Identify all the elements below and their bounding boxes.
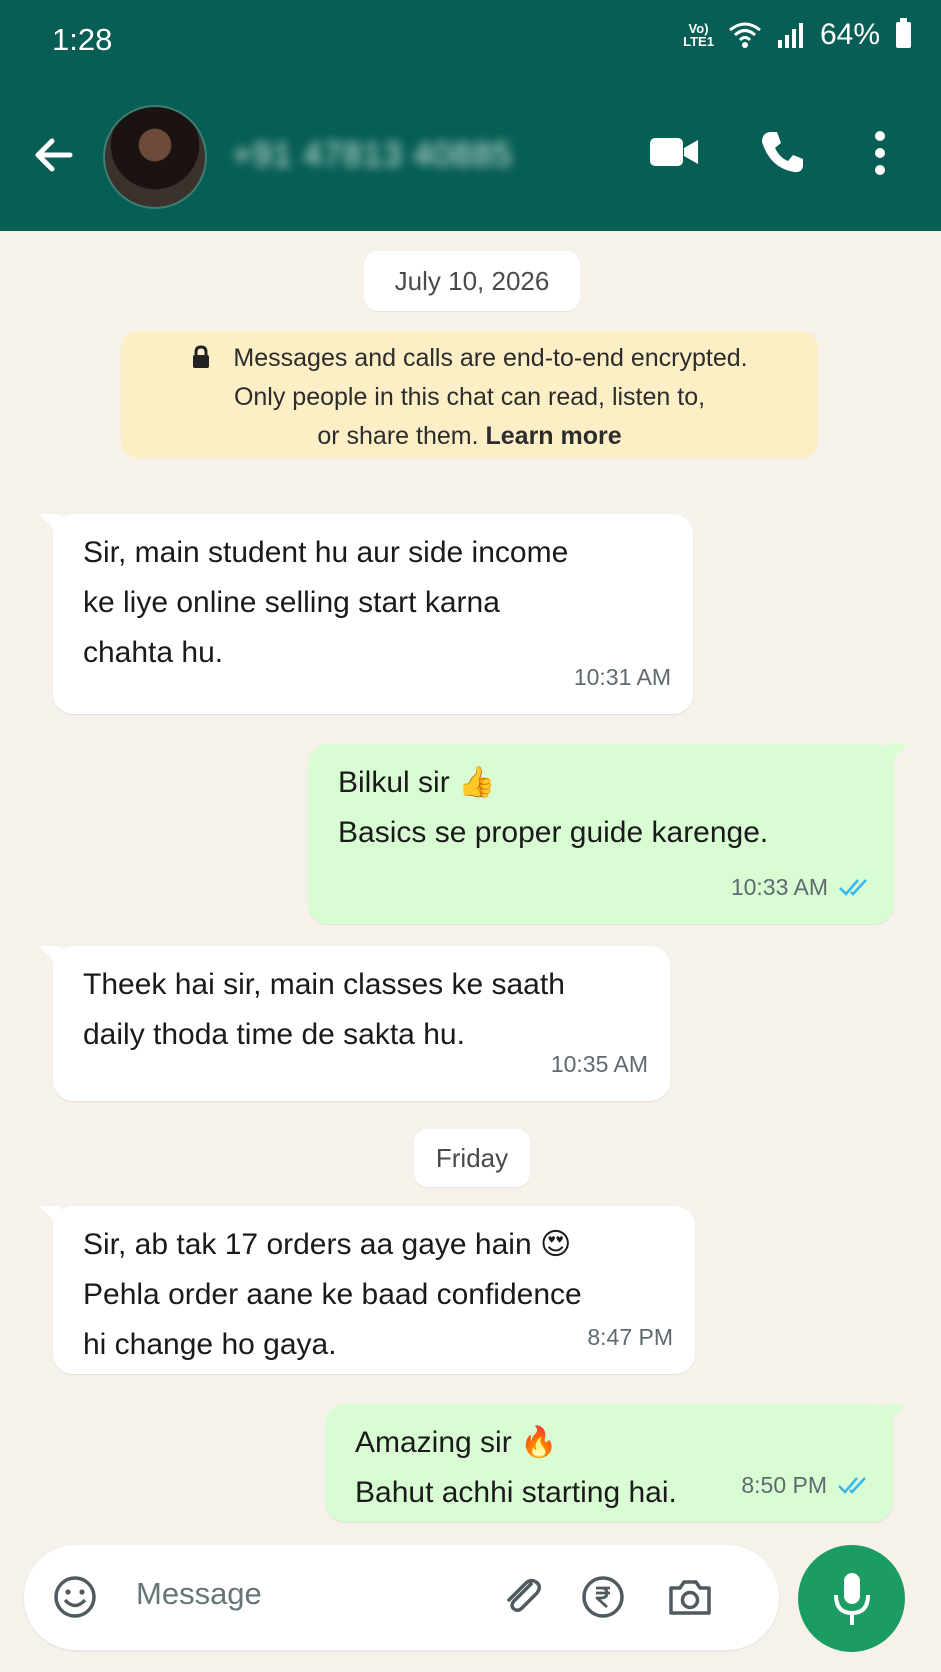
message-incoming-2[interactable]: Theek hai sir, main classes ke saath dai… xyxy=(39,946,670,1101)
wifi-icon xyxy=(729,22,761,48)
bubble-tail xyxy=(886,744,908,766)
message-text-line: Bilkul sir xyxy=(338,766,450,799)
bubble-tail xyxy=(39,1206,61,1228)
voice-message-button[interactable] xyxy=(798,1545,905,1652)
double-check-icon xyxy=(839,879,867,896)
message-text-line: Basics se proper guide karenge. xyxy=(338,816,769,849)
message-text-line: ke liye online selling start karna xyxy=(83,586,500,619)
message-text-line: Amazing sir xyxy=(355,1426,512,1459)
message-composer[interactable]: Message xyxy=(24,1545,779,1650)
chat-area[interactable]: July 10, 2026 Messages and calls are end… xyxy=(0,231,941,1522)
video-call-icon[interactable] xyxy=(648,132,700,172)
message-input[interactable]: Message xyxy=(136,1576,262,1612)
message-outgoing-1[interactable]: Bilkul sir 👍 Basics se proper guide kare… xyxy=(308,744,908,924)
message-time: 8:50 PM xyxy=(741,1472,827,1498)
volte-indicator: Vo) LTE1 xyxy=(683,21,714,49)
message-text-line: Sir, ab tak 17 orders aa gaye hain xyxy=(83,1228,532,1261)
message-incoming-3[interactable]: Sir, ab tak 17 orders aa gaye hain 😍 Peh… xyxy=(39,1206,695,1374)
chat-header: +91 47813 40885 xyxy=(0,100,941,210)
thumbs-up-emoji: 👍 xyxy=(458,765,496,800)
message-incoming-1[interactable]: Sir, main student hu aur side income ke … xyxy=(39,514,693,714)
encryption-line-1: Messages and calls are end-to-end encryp… xyxy=(233,344,748,372)
learn-more-link[interactable]: Learn more xyxy=(485,422,621,450)
encryption-line-2: Only people in this chat can read, liste… xyxy=(233,383,706,411)
message-outgoing-2[interactable]: Amazing sir 🔥 Bahut achhi starting hai. … xyxy=(325,1404,907,1522)
message-text-line: Pehla order aane ke baad confidence xyxy=(83,1278,582,1311)
voice-call-icon[interactable] xyxy=(758,128,806,176)
contact-avatar[interactable] xyxy=(103,105,207,209)
camera-icon[interactable] xyxy=(666,1574,714,1620)
heart-eyes-emoji: 😍 xyxy=(539,1227,572,1262)
bubble-tail xyxy=(885,1404,907,1426)
message-text-line: Theek hai sir, main classes ke saath xyxy=(83,968,565,1001)
status-time: 1:28 xyxy=(52,22,113,57)
contact-name[interactable]: +91 47813 40885 xyxy=(232,136,513,175)
fire-emoji: 🔥 xyxy=(520,1425,558,1460)
message-text-line: Sir, main student hu aur side income xyxy=(83,536,569,569)
lock-icon xyxy=(193,345,210,368)
bubble-tail xyxy=(39,514,61,536)
date-chip: July 10, 2026 xyxy=(364,251,580,311)
encryption-line-3: or share them. xyxy=(317,422,479,450)
microphone-icon xyxy=(834,1573,870,1625)
message-time: 10:35 AM xyxy=(550,1051,648,1077)
battery-icon xyxy=(896,18,911,48)
rupee-icon[interactable] xyxy=(580,1574,626,1620)
bubble-tail xyxy=(39,946,61,968)
battery-percentage: 64% xyxy=(819,18,880,51)
date-chip: Friday xyxy=(414,1129,530,1187)
message-text-line: hi change ho gaya. xyxy=(83,1328,337,1361)
encryption-notice[interactable]: Messages and calls are end-to-end encryp… xyxy=(121,331,818,458)
message-time: 8:47 PM xyxy=(587,1324,673,1350)
more-options-icon[interactable] xyxy=(870,128,890,178)
status-icons: Vo) LTE1 64% xyxy=(683,18,911,52)
double-check-icon xyxy=(838,1477,866,1494)
back-arrow-icon[interactable] xyxy=(28,130,78,180)
message-time: 10:31 AM xyxy=(573,664,671,690)
message-time: 10:33 AM xyxy=(730,874,828,900)
paperclip-icon[interactable] xyxy=(500,1574,546,1620)
signal-icon xyxy=(777,23,803,48)
smiley-icon[interactable] xyxy=(52,1574,98,1620)
app-header: 1:28 Vo) LTE1 64% +91 47813 40885 xyxy=(0,0,941,231)
